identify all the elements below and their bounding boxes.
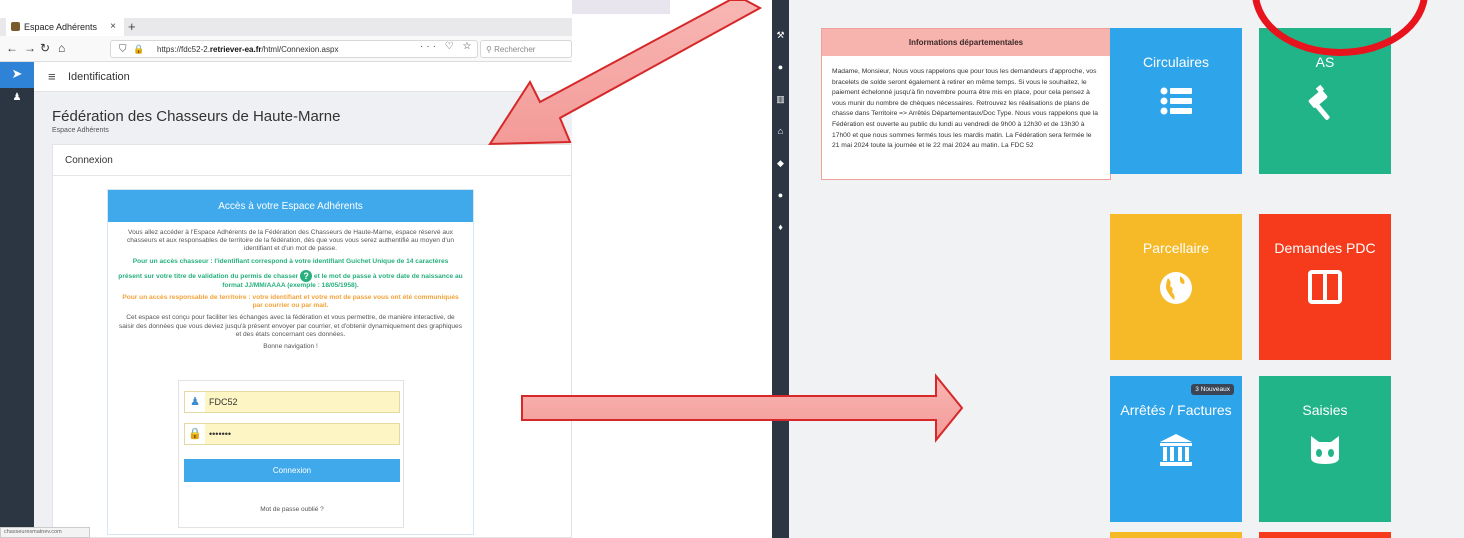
- info-card: Informations départementales Madame, Mon…: [821, 28, 1111, 180]
- search-input[interactable]: ⚲ Rechercher: [480, 40, 572, 58]
- url-domain: retriever-ea.fr: [209, 45, 262, 54]
- bank-icon: [1110, 432, 1242, 473]
- close-tab-icon[interactable]: ×: [110, 21, 116, 32]
- gavel-icon[interactable]: ⚒: [772, 30, 789, 41]
- organization-subtitle: Espace Adhérents: [52, 127, 109, 134]
- decorative-block: [572, 0, 670, 14]
- purpose-text: Cet espace est conçu pour faciliter les …: [118, 314, 463, 338]
- login-form: ♟ FDC52 🔒 ••••••• Connexion Mot de passe…: [178, 380, 404, 528]
- info-text: Madame, Monsieur, Nous vous rappelons qu…: [832, 68, 1098, 150]
- search-placeholder: Rechercher: [494, 45, 536, 54]
- tile-label: Arrêtés / Factures: [1120, 402, 1232, 418]
- login-button[interactable]: Connexion: [184, 459, 400, 482]
- connexion-card: Connexion Accès à votre Espace Adhérents…: [52, 144, 572, 538]
- tile-label: Demandes PDC: [1274, 240, 1376, 256]
- panel-title: Accès à votre Espace Adhérents: [108, 190, 473, 222]
- menu-icon[interactable]: ≡: [48, 69, 56, 84]
- new-tab-button[interactable]: +: [128, 19, 136, 34]
- username-field[interactable]: ♟ FDC52: [184, 391, 400, 413]
- navigation-toolbar: ← → ↻ ⌂ ⛉ 🔒 https://fdc52-2.retriever-ea…: [0, 36, 572, 62]
- card-title: Connexion: [65, 155, 113, 166]
- browser-tab[interactable]: Espace Adhérents ×: [6, 18, 124, 36]
- tile-circulaires[interactable]: Circulaires: [1110, 28, 1242, 174]
- composite-screenshot: Espace Adhérents × + ← → ↻ ⌂ ⛉ 🔒 https:/…: [0, 0, 1464, 538]
- lock-icon: 🔒: [185, 424, 205, 444]
- list-icon: [1110, 84, 1242, 123]
- tile-label: Parcellaire: [1142, 240, 1210, 256]
- flask-icon[interactable]: ♦: [772, 222, 789, 232]
- page-actions-icons[interactable]: ··· ♡ ☆: [420, 41, 474, 52]
- user-icon[interactable]: ♟: [0, 92, 34, 106]
- globe-icon-2[interactable]: ●: [772, 190, 789, 200]
- user-icon: ♟: [185, 392, 205, 412]
- hunter-info-line-2: présent sur votre titre de validation du…: [118, 269, 463, 290]
- password-value: •••••••: [209, 429, 232, 439]
- help-icon[interactable]: ?: [300, 269, 313, 282]
- app-sidebar: ➤ ♟: [0, 62, 34, 538]
- search-icon: ⚲: [486, 45, 495, 54]
- divider: [53, 175, 572, 176]
- tile-arretes-factures[interactable]: 3 Nouveaux Arrêtés / Factures: [1110, 376, 1242, 522]
- organization-title: Fédération des Chasseurs de Haute-Marne: [52, 108, 341, 125]
- app-header: ≡ Identification: [34, 62, 572, 92]
- greeting-text: Bonne navigation !: [263, 343, 318, 351]
- hunter-info-part-a: présent sur votre titre de validation du…: [118, 272, 299, 280]
- page-title: Identification: [68, 71, 130, 83]
- back-icon[interactable]: ←: [6, 41, 18, 55]
- status-bar-url: chasseuresmatnev.com: [0, 527, 90, 538]
- username-value: FDC52: [209, 397, 238, 407]
- gavel-icon: [1259, 84, 1391, 129]
- tab-bar: Espace Adhérents × +: [0, 18, 572, 36]
- tab-title: Espace Adhérents: [24, 22, 98, 32]
- favicon-icon: [11, 22, 20, 31]
- globe-icon: [1110, 270, 1242, 311]
- tile-partial-red[interactable]: [1259, 532, 1391, 538]
- shield-icon: ⛉: [119, 44, 127, 55]
- login-panel: Accès à votre Espace Adhérents Vous alle…: [107, 189, 474, 535]
- cat-icon[interactable]: ◆: [772, 158, 789, 169]
- url-prefix: https://fdc52-2.: [157, 45, 210, 54]
- tile-partial-yellow[interactable]: [1110, 532, 1242, 538]
- forgot-password-link[interactable]: Mot de passe oublié ?: [179, 506, 405, 513]
- territory-info-line: Pour un accès responsable de territoire …: [122, 294, 459, 310]
- panel-body: Vous allez accéder à l'Espace Adhérents …: [108, 222, 473, 351]
- home-icon[interactable]: ⌂: [58, 41, 65, 55]
- dashboard-screenshot: ⚒ ● ▥ ⌂ ◆ ● ♦ Informations départemental…: [772, 0, 1464, 538]
- globe-icon[interactable]: ●: [772, 62, 789, 72]
- cat-icon: [1259, 432, 1391, 471]
- book-icon: [1259, 270, 1391, 309]
- password-field[interactable]: 🔒 •••••••: [184, 423, 400, 445]
- forward-icon[interactable]: →: [24, 41, 36, 55]
- dashboard-content: Informations départementales Madame, Mon…: [789, 0, 1464, 538]
- tile-label: Circulaires: [1142, 54, 1210, 70]
- book-icon[interactable]: ▥: [772, 94, 789, 105]
- lock-icon: 🔒: [133, 44, 145, 54]
- tile-label: AS: [1315, 54, 1335, 70]
- browser-window: Espace Adhérents × + ← → ↻ ⌂ ⛉ 🔒 https:/…: [0, 0, 572, 538]
- app-content: Fédération des Chasseurs de Haute-Marne …: [34, 92, 572, 538]
- intro-text: Vous allez accéder à l'Espace Adhérents …: [126, 229, 455, 253]
- url-path: /html/Connexion.aspx: [261, 45, 339, 54]
- new-items-badge: 3 Nouveaux: [1191, 384, 1234, 395]
- hunter-info-line: Pour un accès chasseur : l'identifiant c…: [132, 257, 449, 265]
- tile-label: Saisies: [1302, 402, 1348, 418]
- tile-demandes-pdc[interactable]: Demandes PDC: [1259, 214, 1391, 360]
- paper-plane-icon[interactable]: ➤: [0, 62, 34, 88]
- tile-saisies[interactable]: Saisies: [1259, 376, 1391, 522]
- tile-parcellaire[interactable]: Parcellaire: [1110, 214, 1242, 360]
- info-title: Informations départementales: [822, 29, 1110, 56]
- bank-icon[interactable]: ⌂: [772, 126, 789, 136]
- dashboard-sidebar: ⚒ ● ▥ ⌂ ◆ ● ♦: [772, 0, 789, 538]
- reload-icon[interactable]: ↻: [40, 41, 50, 55]
